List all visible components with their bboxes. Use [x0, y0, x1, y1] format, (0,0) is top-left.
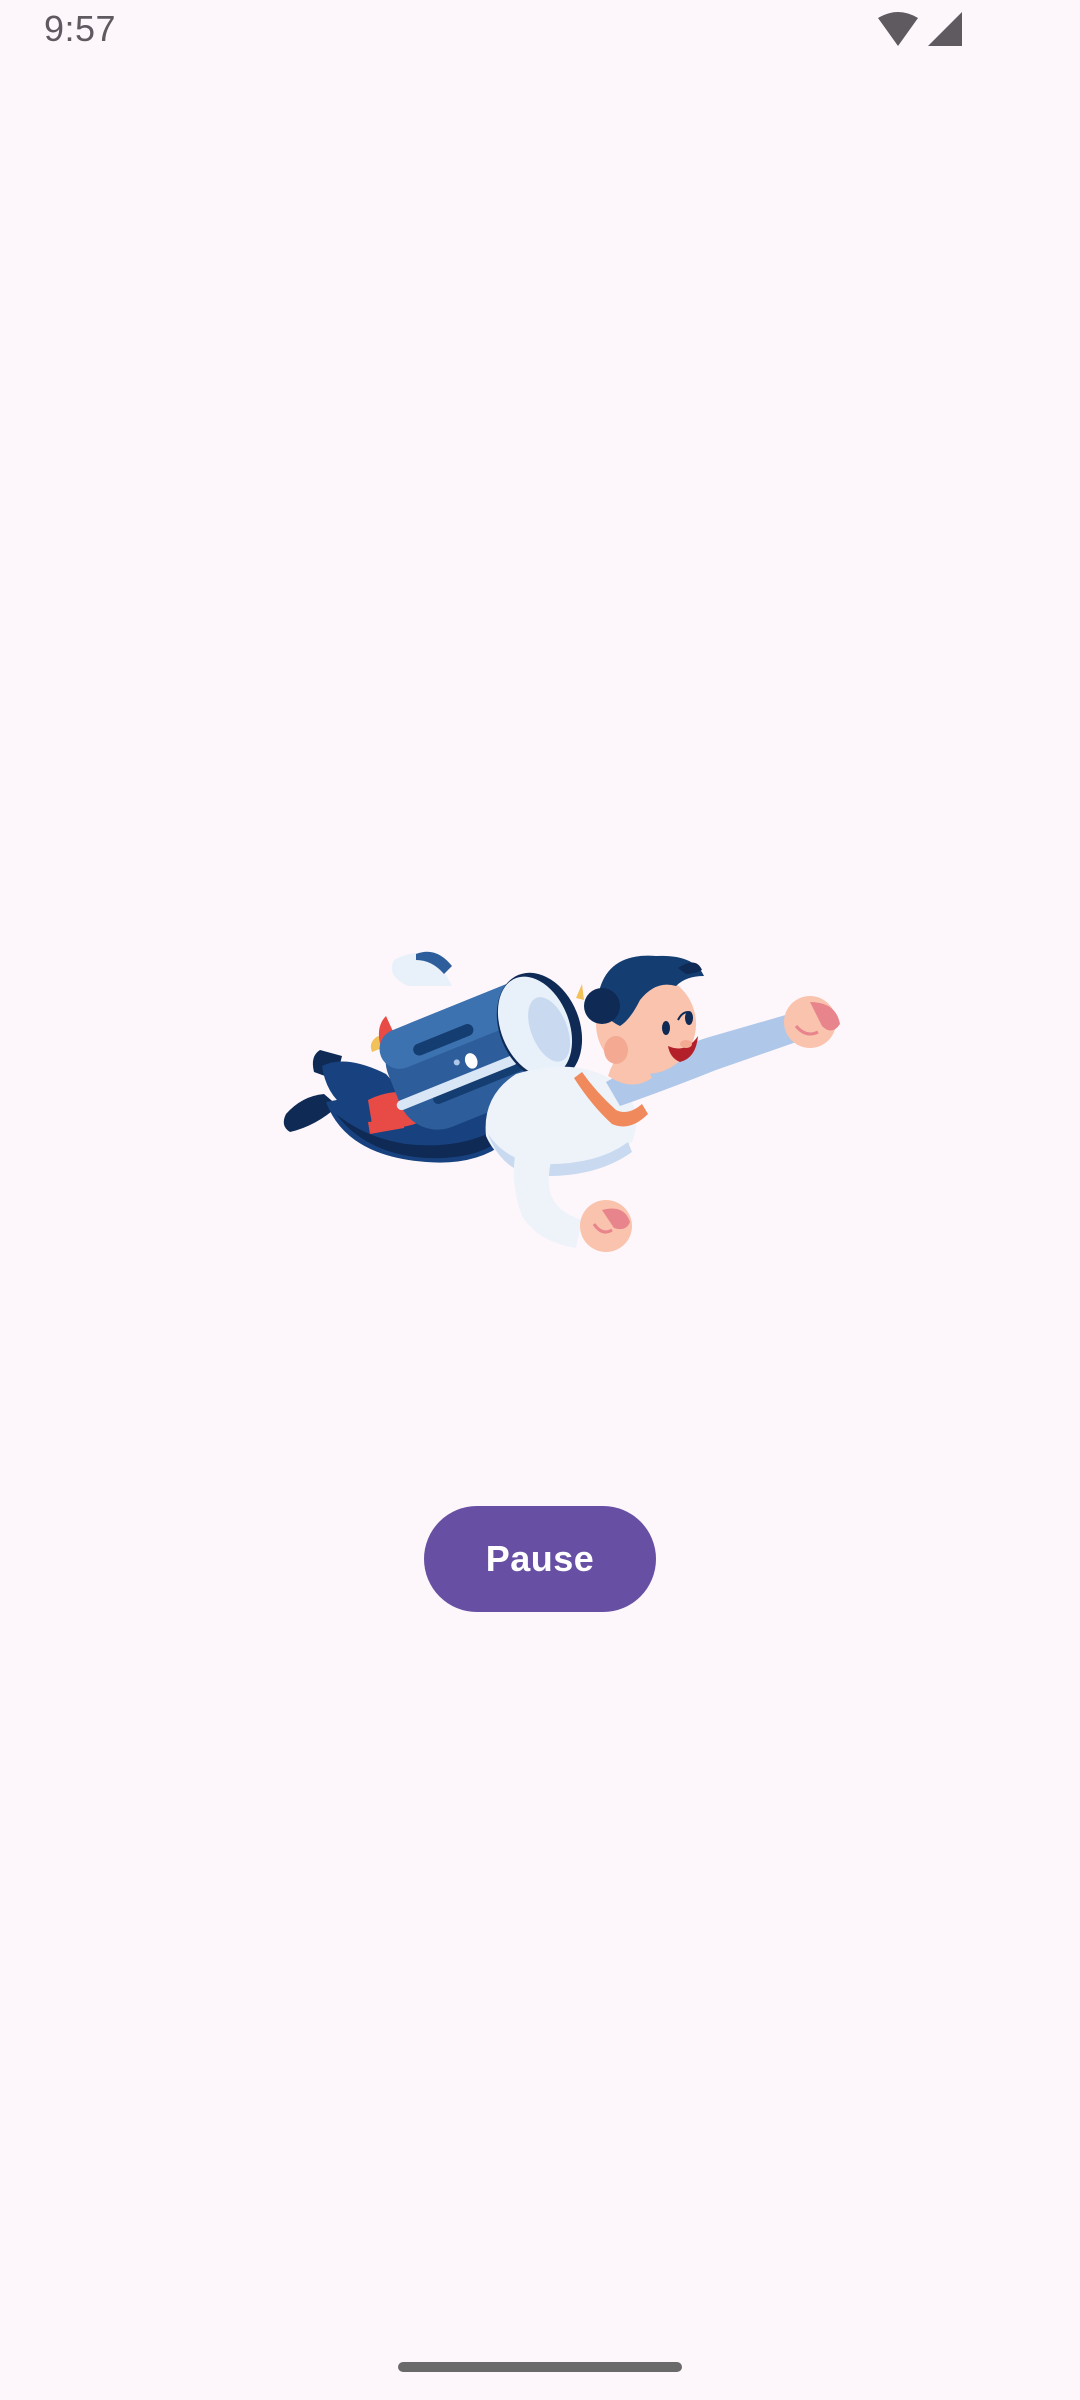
cellular-signal-icon	[928, 12, 962, 46]
pause-button[interactable]: Pause	[424, 1506, 656, 1612]
status-icons	[878, 12, 962, 46]
wifi-icon	[878, 12, 918, 46]
app-screen: 9:57 Pause	[0, 0, 1080, 2400]
status-bar: 9:57	[0, 0, 1080, 64]
gesture-navigation-handle[interactable]	[398, 2362, 682, 2372]
jetpack-flying-person-illustration	[283, 951, 840, 1252]
status-time: 9:57	[44, 8, 117, 49]
